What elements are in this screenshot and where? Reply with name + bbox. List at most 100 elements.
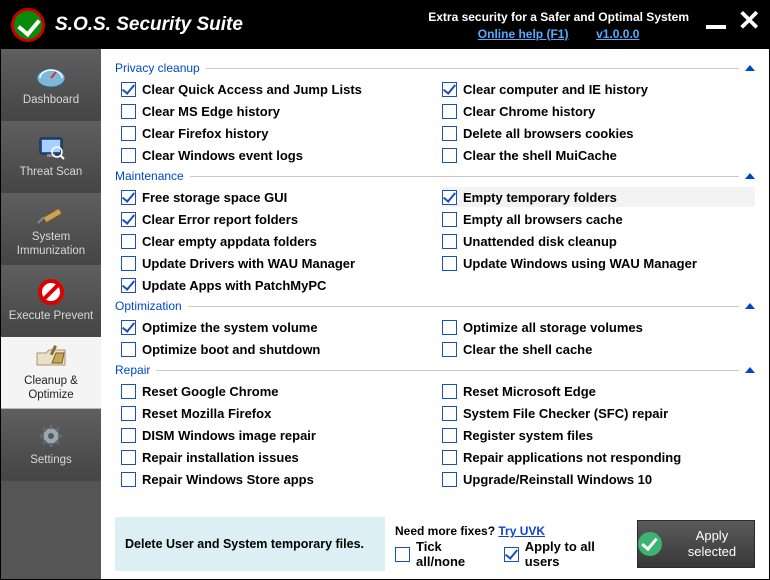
option-label: Empty all browsers cache [463, 212, 623, 227]
checkbox-icon[interactable] [121, 212, 136, 227]
group-repair: Repair Reset Google Chrome Reset Microsoft… [115, 363, 755, 489]
checkbox-icon[interactable] [442, 428, 457, 443]
option-checkbox[interactable]: Clear Windows event logs [121, 145, 434, 165]
checkbox-icon[interactable] [442, 148, 457, 163]
option-checkbox[interactable]: Optimize boot and shutdown [121, 339, 434, 359]
checkbox-icon[interactable] [504, 547, 519, 562]
checkbox-icon[interactable] [442, 472, 457, 487]
collapse-caret-icon[interactable] [745, 173, 755, 179]
checkbox-icon[interactable] [121, 428, 136, 443]
sidebar-item-execute-prevent[interactable]: Execute Prevent [1, 265, 101, 337]
checkbox-icon[interactable] [121, 472, 136, 487]
app-logo-icon [11, 8, 45, 42]
option-checkbox[interactable]: Repair installation issues [121, 447, 434, 467]
apply-selected-button[interactable]: Apply selected [637, 520, 755, 568]
checkbox-icon[interactable] [442, 256, 457, 271]
checkbox-icon[interactable] [121, 234, 136, 249]
option-checkbox[interactable]: Clear the shell MuiCache [442, 145, 755, 165]
option-checkbox[interactable]: Unattended disk cleanup [442, 231, 755, 251]
sidebar-item-settings[interactable]: Settings [1, 409, 101, 481]
option-checkbox[interactable]: Clear empty appdata folders [121, 231, 434, 251]
option-checkbox[interactable]: Optimize the system volume [121, 317, 434, 337]
collapse-caret-icon[interactable] [745, 65, 755, 71]
checkbox-icon[interactable] [442, 320, 457, 335]
checkbox-icon[interactable] [121, 256, 136, 271]
group-maintenance: Maintenance Free storage space GUI Empty t… [115, 169, 755, 295]
group-header[interactable]: Privacy cleanup [115, 61, 755, 75]
option-checkbox[interactable]: Reset Google Chrome [121, 381, 434, 401]
checkbox-icon[interactable] [395, 547, 410, 562]
sidebar-item-immunization[interactable]: System Immunization [1, 193, 101, 265]
checkbox-icon[interactable] [442, 82, 457, 97]
checkbox-icon[interactable] [121, 342, 136, 357]
sidebar-item-threat-scan[interactable]: Threat Scan [1, 121, 101, 193]
checkbox-icon[interactable] [121, 148, 136, 163]
checkbox-icon[interactable] [121, 450, 136, 465]
option-checkbox[interactable]: DISM Windows image repair [121, 425, 434, 445]
option-checkbox[interactable]: System File Checker (SFC) repair [442, 403, 755, 423]
option-label: Register system files [463, 428, 593, 443]
option-checkbox[interactable]: Optimize all storage volumes [442, 317, 755, 337]
option-checkbox[interactable]: Clear the shell cache [442, 339, 755, 359]
version-link[interactable]: v1.0.0.0 [596, 27, 639, 41]
group-header[interactable]: Optimization [115, 299, 755, 313]
tick-all-checkbox[interactable]: Tick all/none [395, 544, 490, 564]
checkbox-icon[interactable] [442, 450, 457, 465]
option-checkbox[interactable]: Register system files [442, 425, 755, 445]
option-checkbox[interactable]: Empty all browsers cache [442, 209, 755, 229]
dashboard-icon [34, 62, 68, 90]
help-link[interactable]: Online help (F1) [478, 27, 569, 41]
option-label: Repair Windows Store apps [142, 472, 314, 487]
option-checkbox[interactable]: Reset Microsoft Edge [442, 381, 755, 401]
option-checkbox[interactable]: Delete all browsers cookies [442, 123, 755, 143]
collapse-caret-icon[interactable] [745, 367, 755, 373]
checkbox-icon[interactable] [121, 320, 136, 335]
checkbox-icon[interactable] [442, 190, 457, 205]
option-checkbox[interactable]: Clear MS Edge history [121, 101, 434, 121]
checkbox-icon[interactable] [442, 234, 457, 249]
checkbox-icon[interactable] [442, 406, 457, 421]
option-checkbox[interactable]: Clear Firefox history [121, 123, 434, 143]
option-label: DISM Windows image repair [142, 428, 316, 443]
try-uvk-link[interactable]: Try UVK [498, 524, 545, 538]
checkbox-icon[interactable] [442, 126, 457, 141]
checkbox-icon[interactable] [121, 278, 136, 293]
option-checkbox[interactable]: Free storage space GUI [121, 187, 434, 207]
checkbox-icon[interactable] [121, 406, 136, 421]
option-label: Reset Microsoft Edge [463, 384, 596, 399]
checkbox-icon[interactable] [442, 342, 457, 357]
option-label: Empty temporary folders [463, 190, 617, 205]
sidebar-item-dashboard[interactable]: Dashboard [1, 49, 101, 121]
option-checkbox[interactable]: Clear computer and IE history [442, 79, 755, 99]
checkbox-icon[interactable] [442, 384, 457, 399]
option-checkbox[interactable]: Upgrade/Reinstall Windows 10 [442, 469, 755, 489]
close-button[interactable]: ✕ [738, 7, 761, 35]
checkbox-icon[interactable] [442, 104, 457, 119]
option-label: Clear Firefox history [142, 126, 268, 141]
apply-all-users-checkbox[interactable]: Apply to all users [504, 544, 627, 564]
option-checkbox[interactable]: Reset Mozilla Firefox [121, 403, 434, 423]
check-circle-icon [638, 532, 662, 556]
option-checkbox[interactable]: Clear Quick Access and Jump Lists [121, 79, 434, 99]
option-checkbox[interactable]: Update Drivers with WAU Manager [121, 253, 434, 273]
checkbox-icon[interactable] [121, 104, 136, 119]
option-checkbox[interactable]: Repair Windows Store apps [121, 469, 434, 489]
group-header[interactable]: Repair [115, 363, 755, 377]
checkbox-icon[interactable] [121, 82, 136, 97]
selection-description: Delete User and System temporary files. [115, 517, 385, 571]
collapse-caret-icon[interactable] [745, 303, 755, 309]
checkbox-icon[interactable] [121, 126, 136, 141]
option-checkbox[interactable]: Update Windows using WAU Manager [442, 253, 755, 273]
group-header[interactable]: Maintenance [115, 169, 755, 183]
checkbox-icon[interactable] [121, 190, 136, 205]
sidebar-item-cleanup-optimize[interactable]: Cleanup & Optimize [1, 337, 101, 409]
option-checkbox[interactable]: Clear Error report folders [121, 209, 434, 229]
option-checkbox[interactable]: Clear Chrome history [442, 101, 755, 121]
checkbox-icon[interactable] [442, 212, 457, 227]
minimize-button[interactable] [706, 25, 726, 29]
option-checkbox[interactable]: Empty temporary folders [442, 187, 755, 207]
checkbox-icon[interactable] [121, 384, 136, 399]
option-checkbox[interactable]: Repair applications not responding [442, 447, 755, 467]
option-checkbox[interactable]: Update Apps with PatchMyPC [121, 275, 434, 295]
option-label: Reset Mozilla Firefox [142, 406, 271, 421]
